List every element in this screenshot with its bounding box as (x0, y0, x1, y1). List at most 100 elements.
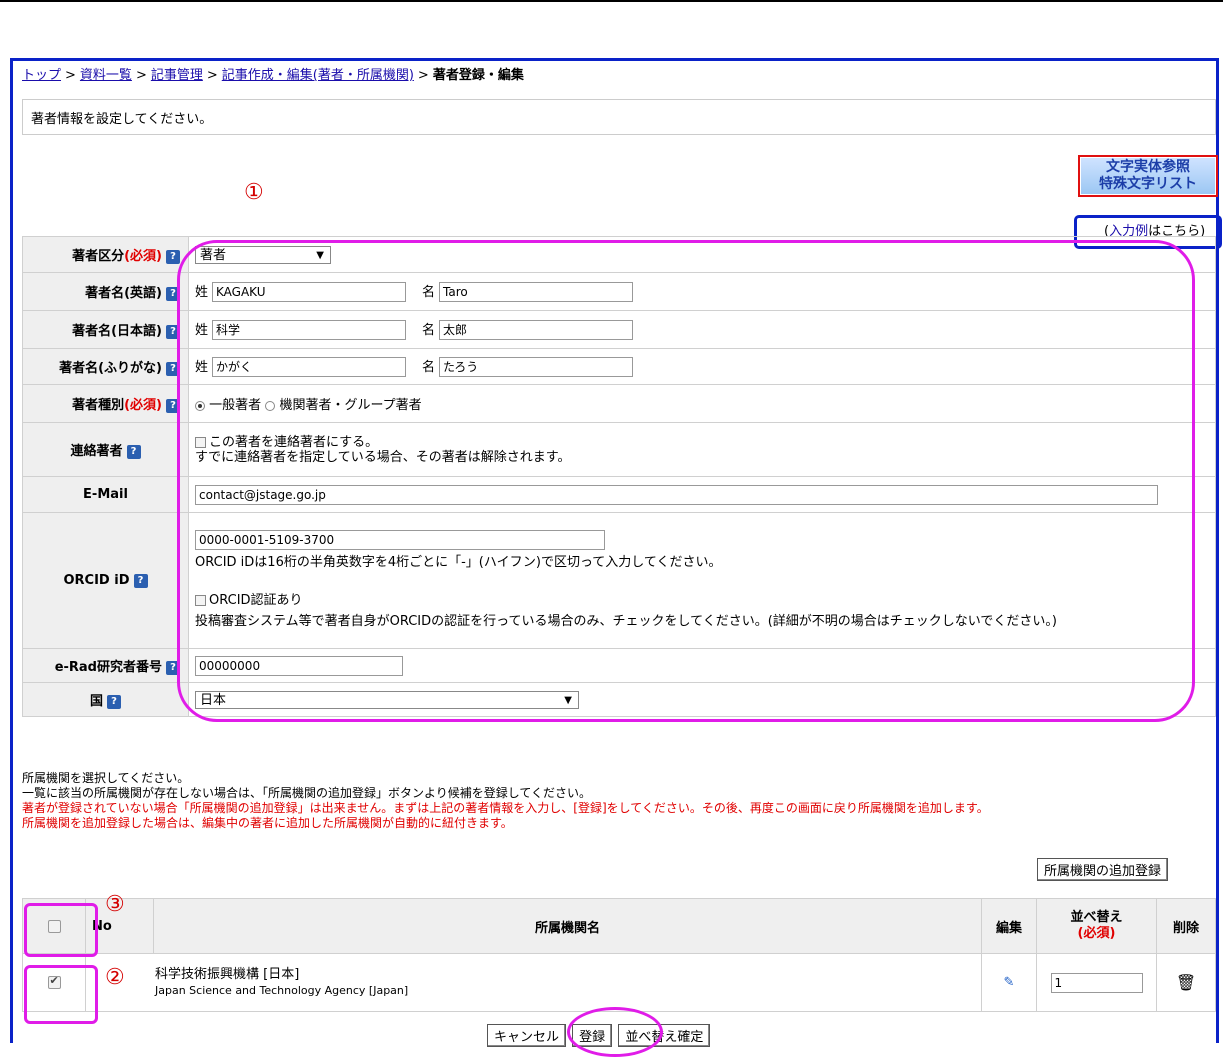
special-chars-line1: 文字実体参照 (1106, 159, 1190, 175)
header-sort: 並べ替え (1070, 910, 1123, 925)
row-name-ja: 著者名(日本語)? 姓科学名太郎 (22, 310, 1216, 349)
author-kind-label: 著者種別 (72, 398, 125, 413)
help-icon[interactable]: ? (166, 286, 180, 301)
help-icon[interactable]: ? (166, 249, 180, 264)
radio-institution-author[interactable] (265, 400, 276, 411)
help-icon[interactable]: ? (133, 573, 148, 588)
help-icon[interactable]: ? (107, 694, 121, 709)
affiliation-name-en: Japan Science and Technology Agency [Jap… (155, 983, 409, 997)
first-name-ja-input[interactable]: 太郎 (439, 320, 634, 341)
dropdown-arrow-icon: ▼ (316, 249, 324, 261)
help-icon[interactable]: ? (166, 361, 180, 376)
row-contact: 連絡著者? この著者を連絡著者にする。 すでに連絡著者を指定している場合、その著者… (22, 422, 1216, 477)
country-select[interactable]: 日本 ▼ (195, 690, 579, 709)
affiliation-note-3: 著者が登録されていない場合「所属機関の追加登録」は出来ません。まずは上記の著者情… (22, 801, 989, 815)
country-value: 日本 (200, 692, 227, 708)
help-icon[interactable]: ? (166, 398, 180, 413)
orcid-auth-checkbox[interactable] (195, 595, 206, 606)
last-name-ja-input[interactable]: 科学 (212, 320, 407, 341)
breadcrumb-sep: > (135, 68, 147, 83)
contact-checkbox-label: この著者を連絡著者にする。 (209, 434, 379, 450)
contact-label: 連絡著者 (70, 444, 123, 459)
orcid-input[interactable]: 0000-0001-5109-3700 (195, 530, 605, 550)
row-orcid: ORCID iD? 0000-0001-5109-3700 ORCID iDは1… (22, 512, 1216, 649)
name-ja-label: 著者名(日本語) (72, 324, 162, 339)
contact-note: すでに連絡著者を指定している場合、その著者は解除されます。 (195, 449, 571, 465)
pencil-icon[interactable]: ✎ (981, 953, 1037, 1012)
dropdown-arrow-icon: ▼ (564, 694, 572, 706)
special-chars-button[interactable]: 文字実体参照 特殊文字リスト (1078, 155, 1218, 197)
first-name-en-input[interactable]: Taro (439, 282, 634, 303)
affiliation-note-4: 所属機関を追加登録した場合は、編集中の著者に追加した所属機関が自動的に紐付きます… (22, 816, 513, 830)
row-email: E-Mail contact@jstage.go.jp (22, 476, 1216, 513)
row-country: 国? 日本 ▼ (22, 682, 1216, 717)
name-kana-label: 著者名(ふりがな) (59, 361, 162, 376)
author-form-table: 著者区分(必須)? 著者 ▼ 著者名(英語)? 姓 KAGAKU 名 Taro 著者名(… (22, 236, 1216, 717)
affiliation-table: No 所属機関名 編集 並べ替え(必須) 削除 科学技術振興機構 [日本] Ja… (22, 898, 1216, 1012)
affiliation-header-row: No 所属機関名 編集 並べ替え (必須) 削除 (22, 898, 1216, 954)
annotation-3: ③ (105, 892, 125, 917)
first-name-prefix: 名 (422, 359, 436, 375)
top-border (0, 0, 1223, 2)
header-affiliation-name: 所属機関名 (153, 898, 982, 954)
author-type-label: 著者区分 (72, 249, 125, 264)
radio-general-author-label: 一般著者 (209, 398, 262, 413)
header-sort-required: (必須) (1077, 926, 1116, 941)
orcid-auth-note: 投稿審査システム等で著者自身がORCIDの認証を行っている場合のみ、チェックをし… (195, 614, 1057, 629)
header-delete: 削除 (1156, 898, 1216, 954)
contact-author-checkbox[interactable] (195, 436, 206, 448)
help-icon[interactable]: ? (126, 444, 141, 459)
breadcrumb-sep: > (417, 68, 429, 83)
last-name-prefix: 姓 (195, 322, 209, 338)
row-name-kana: 著者名(ふりがな)? 姓かがく名たろう (22, 348, 1216, 385)
radio-general-author[interactable] (195, 400, 205, 411)
required-mark: (必須) (124, 398, 162, 413)
breadcrumb-top[interactable]: トップ (22, 68, 61, 83)
sort-order-input[interactable]: 1 (1050, 972, 1143, 993)
row-author-type: 著者区分(必須)? 著者 ▼ (22, 236, 1216, 273)
annotation-highlight-row-check (24, 965, 98, 1024)
instruction-message: 著者情報を設定してください。 (22, 99, 1216, 135)
affiliation-name-ja: 科学技術振興機構 [日本] (155, 966, 300, 982)
special-chars-line2: 特殊文字リスト (1099, 176, 1197, 192)
add-affiliation-button[interactable]: 所属機関の追加登録 (1037, 858, 1169, 881)
email-field[interactable]: contact@jstage.go.jp (195, 484, 1158, 505)
annotation-highlight-select-all (24, 903, 98, 957)
breadcrumb-article-edit[interactable]: 記事作成・編集(著者・所属機関) (222, 68, 414, 83)
author-type-select[interactable]: 著者 ▼ (195, 245, 331, 264)
breadcrumb-article-management[interactable]: 記事管理 (151, 68, 203, 83)
email-label: E-Mail (83, 487, 128, 502)
last-name-prefix: 姓 (195, 284, 209, 300)
annotation-2: ② (105, 965, 125, 990)
affiliation-note-2: 一覧に該当の所属機関が存在しない場合は、「所属機関の追加登録」ボタンより候補を登… (22, 786, 592, 800)
label-author-type: 著者区分(必須)? (22, 236, 189, 273)
row-author-kind: 著者種別(必須)? 一般著者 機関著者・グループ著者 (22, 384, 1216, 423)
table-row: 科学技術振興機構 [日本] Japan Science and Technolo… (22, 953, 1216, 1012)
affiliation-notes: 所属機関を選択してください。 一覧に該当の所属機関が存在しない場合は、「所属機関… (22, 771, 989, 831)
trash-icon[interactable]: 🗑 (1156, 953, 1216, 1012)
help-icon[interactable]: ? (166, 324, 180, 339)
last-name-prefix: 姓 (195, 359, 209, 375)
erad-label: e-Rad研究者番号 (54, 660, 162, 675)
last-name-en-input[interactable]: KAGAKU (212, 282, 407, 303)
author-type-value: 著者 (200, 247, 227, 263)
affiliation-note-1: 所属機関を選択してください。 (22, 771, 190, 785)
cancel-button[interactable]: キャンセル (487, 1024, 567, 1047)
breadcrumb-materials[interactable]: 資料一覧 (80, 68, 132, 83)
name-en-label: 著者名(英語) (85, 286, 162, 301)
row-name-en: 著者名(英語)? 姓 KAGAKU 名 Taro (22, 272, 1216, 311)
annotation-highlight-register (567, 1007, 663, 1057)
first-name-prefix: 名 (422, 322, 436, 338)
help-icon[interactable]: ? (166, 660, 180, 675)
first-name-kana-input[interactable]: たろう (439, 357, 634, 378)
orcid-label: ORCID iD (63, 573, 130, 588)
breadcrumb-sep: > (206, 68, 218, 83)
breadcrumb-sep: > (65, 68, 76, 83)
radio-institution-author-label: 機関著者・グループ著者 (279, 398, 422, 413)
last-name-kana-input[interactable]: かがく (212, 357, 407, 378)
orcid-hint: ORCID iDは16桁の半角英数字を4桁ごとに「-」(ハイフン)で区切って入力… (195, 555, 722, 570)
orcid-auth-label: ORCID認証あり (209, 593, 303, 608)
breadcrumb: トップ > 資料一覧 > 記事管理 > 記事作成・編集(著者・所属機関) > 著者登録・編集 (22, 64, 524, 83)
annotation-1: ① (244, 180, 264, 205)
erad-input[interactable]: 00000000 (195, 655, 403, 676)
